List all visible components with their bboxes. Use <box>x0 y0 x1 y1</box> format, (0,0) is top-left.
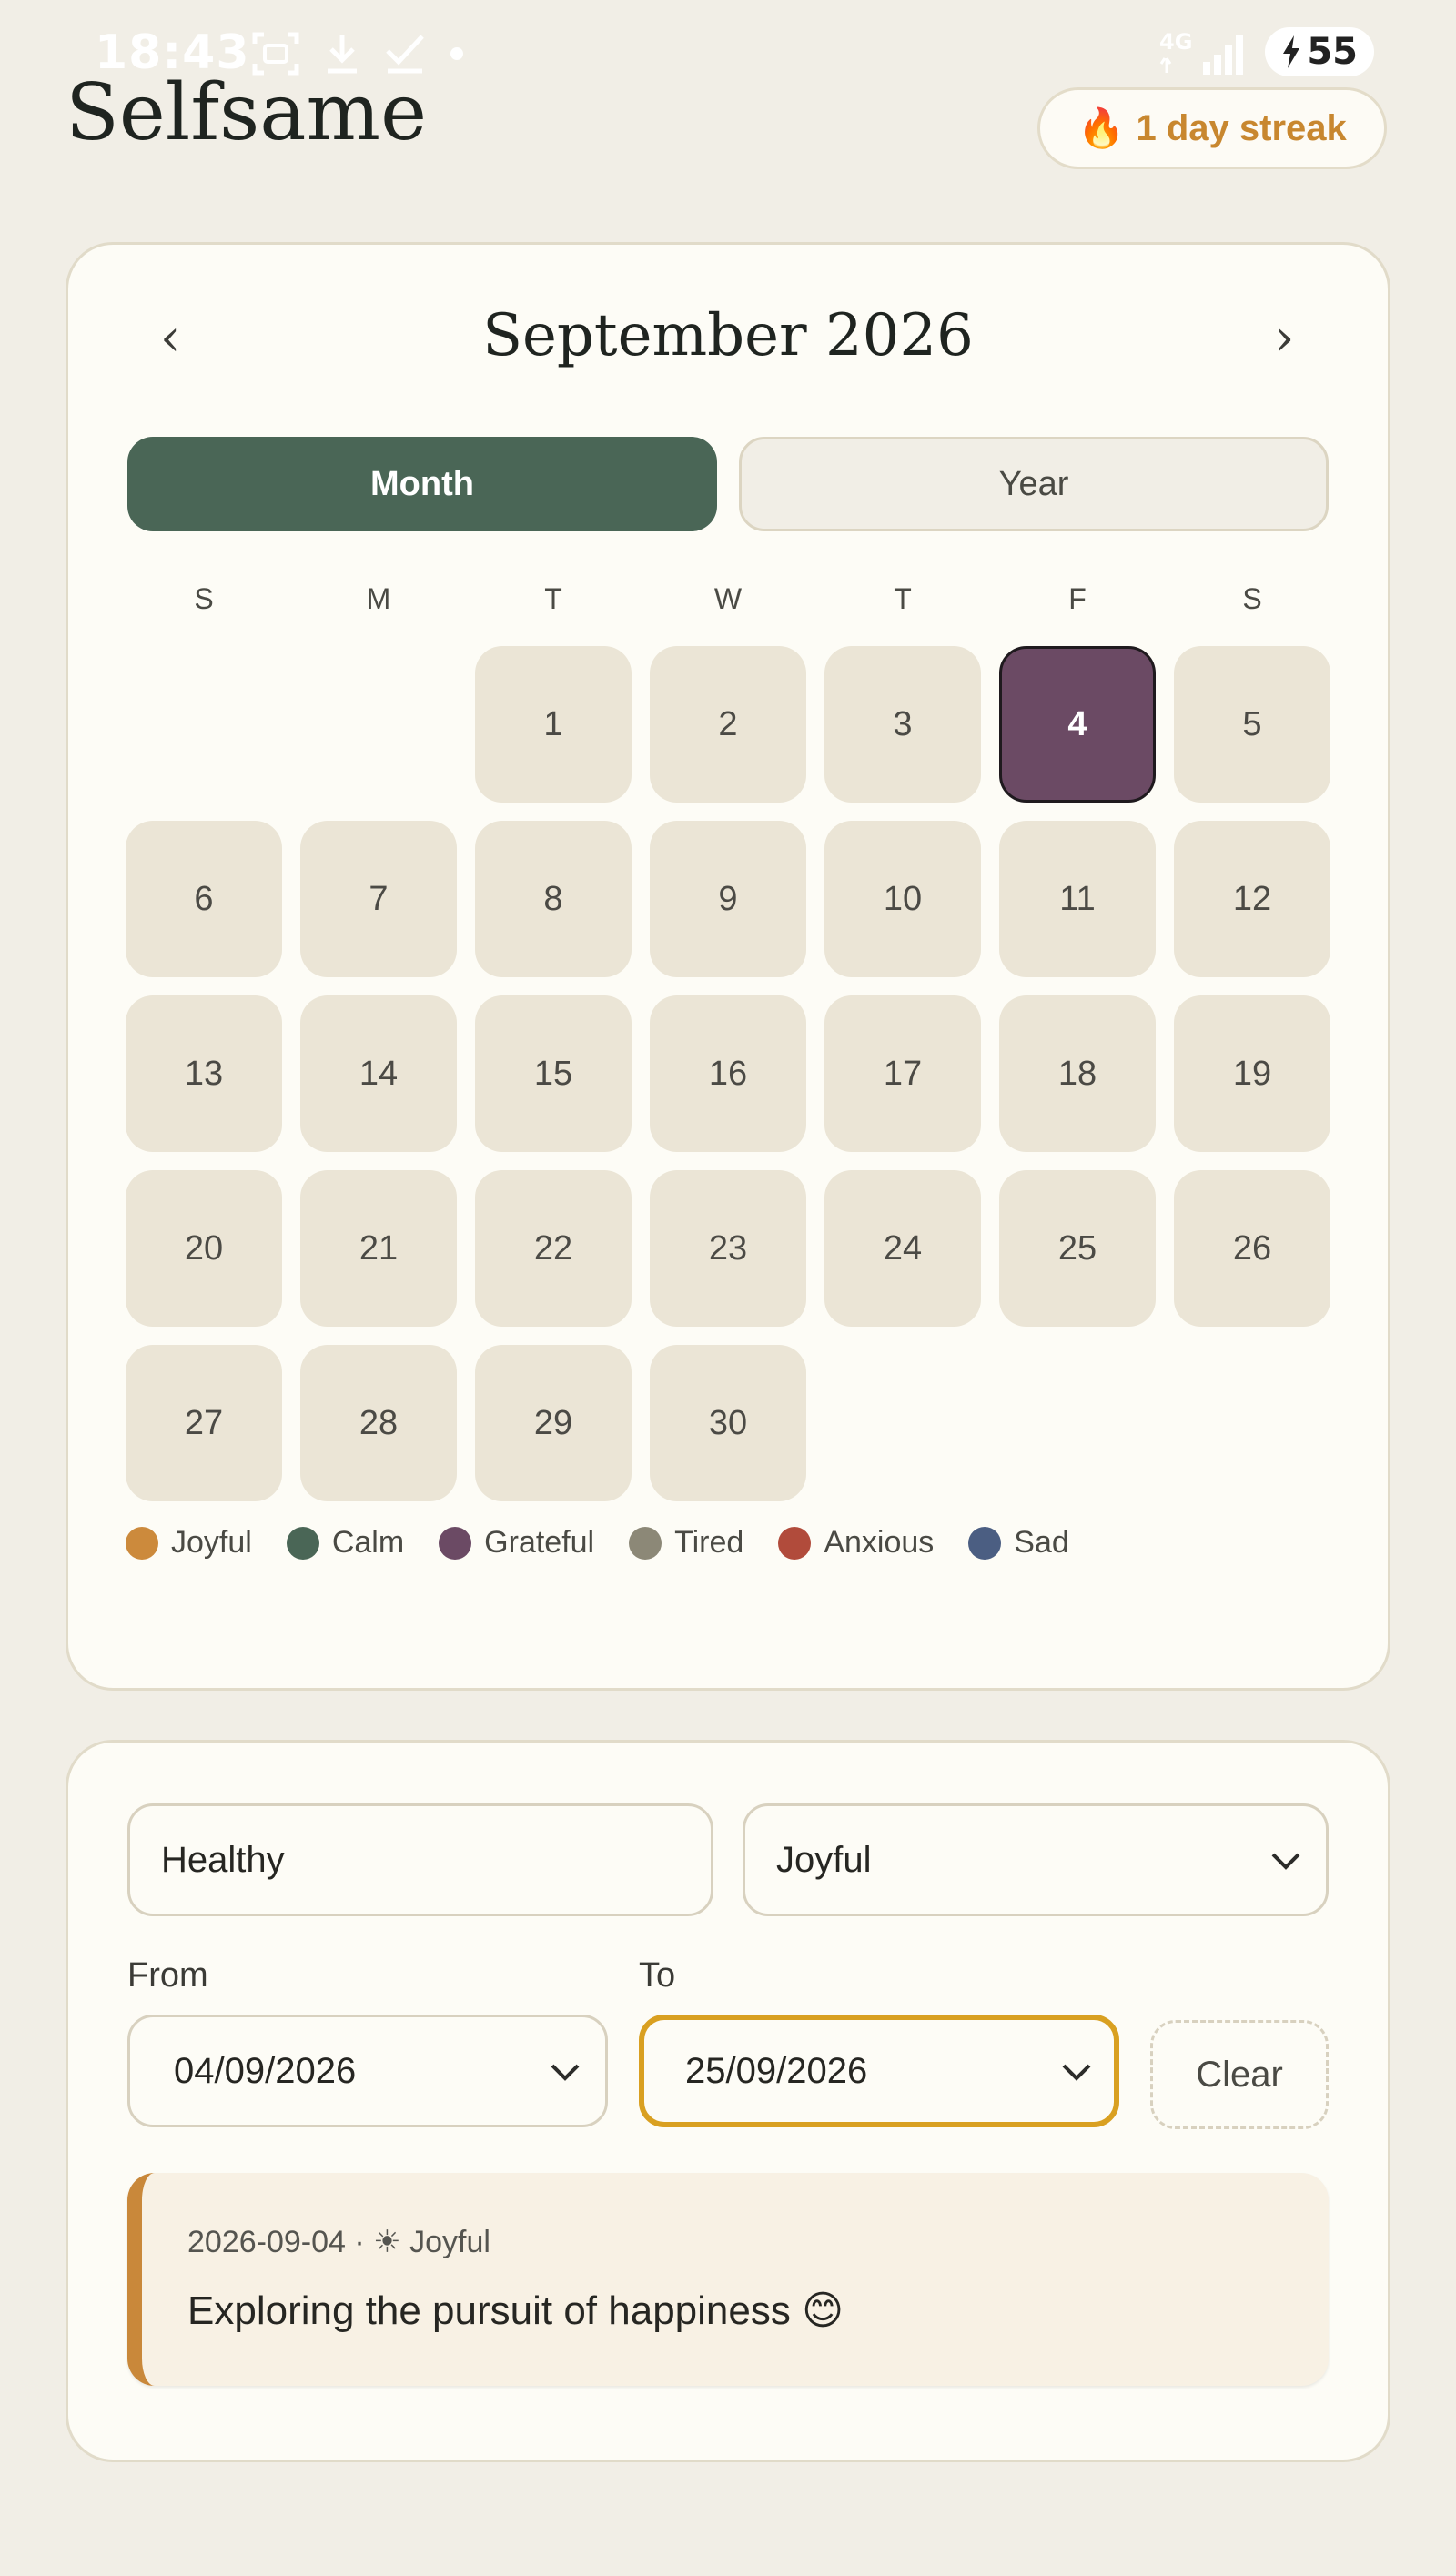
battery-level: 55 <box>1307 31 1358 73</box>
weekday-label: S <box>194 582 214 615</box>
calendar-day[interactable]: 9 <box>650 821 806 977</box>
calendar-day[interactable]: 2 <box>650 646 806 803</box>
calendar-day[interactable]: 13 <box>126 995 282 1152</box>
legend-item-joyful: Joyful <box>126 1525 252 1561</box>
mood-legend: Joyful Calm Grateful Tired Anxious Sad <box>126 1525 1069 1561</box>
chevron-down-icon <box>1271 1853 1300 1870</box>
chevron-down-icon <box>1062 2064 1091 2081</box>
next-month-button[interactable]: › <box>1274 313 1294 364</box>
mood-select[interactable]: Joyful <box>743 1803 1329 1916</box>
calendar-day[interactable]: 26 <box>1174 1170 1330 1327</box>
flame-icon: 🔥 <box>1077 106 1126 149</box>
legend-label: Tired <box>674 1525 744 1560</box>
calendar-day[interactable]: 6 <box>126 821 282 977</box>
calendar-day[interactable]: 25 <box>999 1170 1156 1327</box>
calendar-day[interactable]: 27 <box>126 1345 282 1501</box>
calendar-day[interactable]: 15 <box>475 995 632 1152</box>
mood-color-dot <box>439 1526 472 1560</box>
status-right: 4G 55 <box>1158 27 1374 76</box>
legend-item-anxious: Anxious <box>778 1525 934 1561</box>
to-date-value: 25/09/2026 <box>685 2050 868 2091</box>
search-input[interactable]: Healthy <box>127 1803 713 1916</box>
calendar-day[interactable]: 3 <box>824 646 981 803</box>
legend-label: Anxious <box>824 1525 935 1560</box>
network-label: 4G <box>1159 29 1192 55</box>
weekday-label: T <box>894 582 912 615</box>
sun-icon: ☀ <box>373 2225 401 2259</box>
calendar-day[interactable]: 17 <box>824 995 981 1152</box>
entry-separator: · <box>354 2225 365 2259</box>
calendar-day[interactable]: 11 <box>999 821 1156 977</box>
journal-entry[interactable]: 2026-09-04 · ☀ Joyful Exploring the purs… <box>127 2173 1329 2386</box>
entry-text: Exploring the pursuit of happiness 😊 <box>187 2288 844 2333</box>
year-view-toggle[interactable]: Year <box>739 437 1329 531</box>
legend-item-sad: Sad <box>968 1525 1069 1561</box>
entry-date: 2026-09-04 <box>187 2225 346 2259</box>
clear-filters-button[interactable]: Clear <box>1150 2020 1329 2129</box>
calendar-day[interactable]: 29 <box>475 1345 632 1501</box>
calendar-day[interactable]: 28 <box>300 1345 457 1501</box>
calendar-day[interactable]: 24 <box>824 1170 981 1327</box>
calendar-day[interactable]: 18 <box>999 995 1156 1152</box>
legend-item-calm: Calm <box>286 1525 405 1561</box>
calendar-day[interactable]: 10 <box>824 821 981 977</box>
calendar-day[interactable]: 20 <box>126 1170 282 1327</box>
chevron-down-icon <box>551 2064 580 2081</box>
streak-label: 1 day streak <box>1136 107 1347 148</box>
app-title: Selfsame <box>66 67 427 158</box>
calendar-day[interactable]: 16 <box>650 995 806 1152</box>
calendar-day[interactable]: 8 <box>475 821 632 977</box>
dot-icon <box>450 47 463 60</box>
mood-select-value: Joyful <box>776 1839 872 1880</box>
weekday-label: T <box>544 582 562 615</box>
legend-item-grateful: Grateful <box>439 1525 594 1561</box>
calendar-day[interactable]: 21 <box>300 1170 457 1327</box>
calendar-day-selected[interactable]: 4 <box>999 646 1156 803</box>
legend-label: Joyful <box>171 1525 252 1560</box>
legend-item-tired: Tired <box>629 1525 743 1561</box>
from-date-value: 04/09/2026 <box>174 2050 357 2091</box>
entry-meta: 2026-09-04 · ☀ Joyful <box>187 2224 490 2260</box>
streak-badge: 🔥 1 day streak <box>1037 87 1387 169</box>
legend-label: Sad <box>1014 1525 1069 1560</box>
weekday-label: S <box>1242 582 1262 615</box>
mood-color-dot <box>126 1526 158 1560</box>
calendar-day[interactable]: 23 <box>650 1170 806 1327</box>
battery-indicator: 55 <box>1265 27 1374 76</box>
from-label: From <box>127 1956 208 1995</box>
calendar-day[interactable]: 7 <box>300 821 457 977</box>
weekday-label: F <box>1068 582 1087 615</box>
charging-icon <box>1283 35 1300 68</box>
month-title: September 2026 <box>482 302 974 369</box>
mood-color-dot <box>629 1526 662 1560</box>
mood-color-dot <box>968 1526 1002 1560</box>
to-label: To <box>639 1956 676 1995</box>
calendar-day[interactable]: 22 <box>475 1170 632 1327</box>
calendar-day[interactable]: 19 <box>1174 995 1330 1152</box>
from-date-picker[interactable]: 04/09/2026 <box>127 2015 608 2127</box>
month-view-toggle[interactable]: Month <box>127 437 717 531</box>
calendar-day[interactable]: 30 <box>650 1345 806 1501</box>
legend-label: Grateful <box>484 1525 595 1560</box>
calendar-day[interactable]: 12 <box>1174 821 1330 977</box>
weekday-label: W <box>713 582 743 615</box>
entry-mood: Joyful <box>410 2225 490 2259</box>
mood-color-dot <box>778 1526 812 1560</box>
calendar-day[interactable]: 14 <box>300 995 457 1152</box>
weekday-label: M <box>366 582 391 615</box>
search-input-value: Healthy <box>161 1839 285 1880</box>
calendar-day[interactable]: 5 <box>1174 646 1330 803</box>
to-date-picker[interactable]: 25/09/2026 <box>639 2015 1119 2127</box>
legend-label: Calm <box>331 1525 405 1560</box>
mood-color-dot <box>286 1526 319 1560</box>
signal-icon: 4G <box>1159 29 1244 75</box>
calendar-day[interactable]: 1 <box>475 646 632 803</box>
